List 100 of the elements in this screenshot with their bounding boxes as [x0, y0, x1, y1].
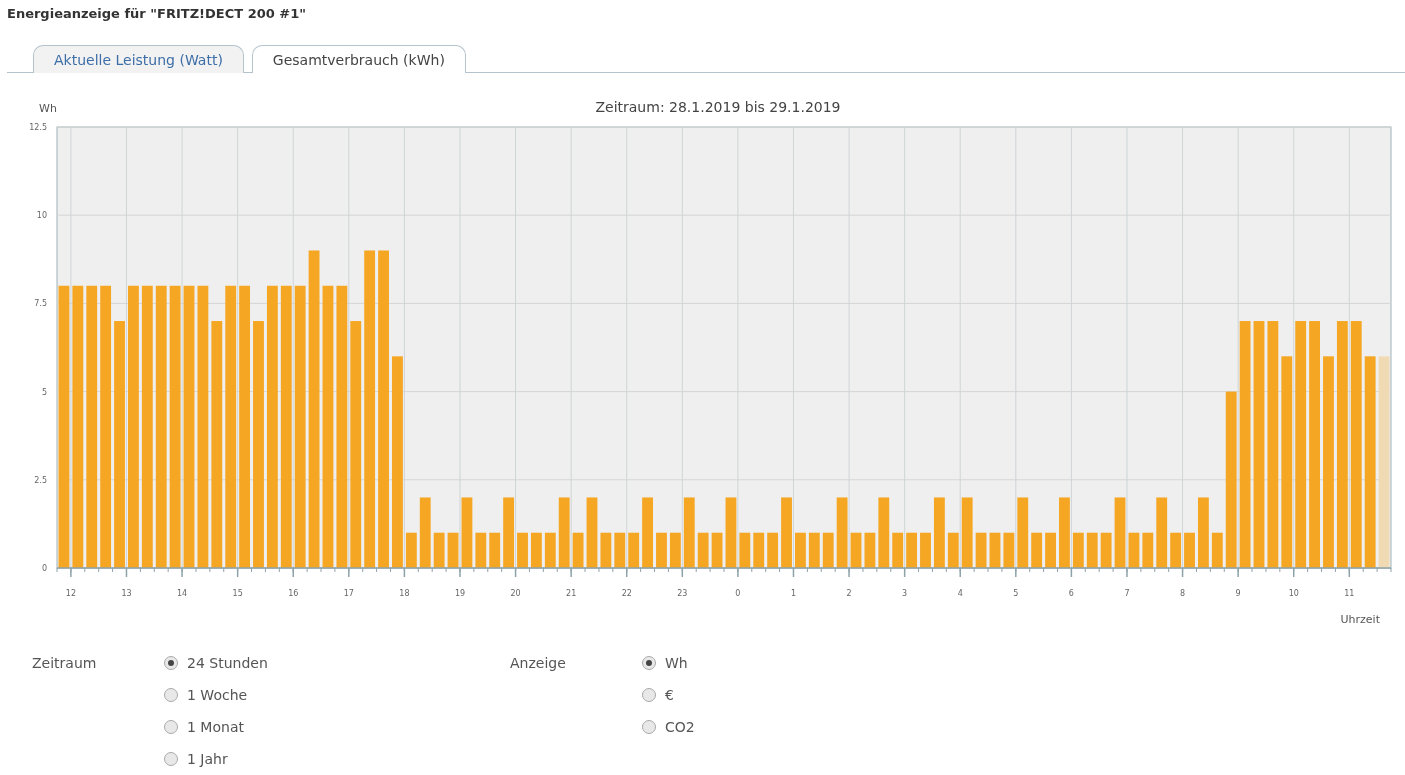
bar	[808, 532, 820, 568]
bar	[558, 497, 570, 568]
bar	[767, 532, 779, 568]
x-tick-label: 8	[1180, 589, 1186, 598]
y-tick-label: 7.5	[34, 299, 47, 309]
radio-icon[interactable]	[642, 719, 656, 734]
bar	[405, 532, 417, 568]
bar	[1100, 532, 1112, 568]
bar	[739, 532, 751, 568]
tab[interactable]: Aktuelle Leistung (Watt)	[33, 45, 244, 73]
radio-icon[interactable]	[164, 655, 178, 670]
bar	[544, 532, 556, 568]
bar	[725, 497, 737, 568]
bar	[433, 532, 445, 568]
bar	[669, 532, 681, 568]
bar	[961, 497, 973, 568]
bar	[1114, 497, 1126, 568]
bar	[1156, 497, 1168, 568]
chart-title: Zeitraum: 28.1.2019 bis 29.1.2019	[595, 99, 841, 115]
bar	[503, 497, 515, 568]
bar	[1184, 532, 1195, 568]
x-tick-label: 11	[1344, 589, 1355, 598]
bar	[1128, 532, 1140, 568]
x-tick-label: 1	[790, 589, 797, 598]
y-tick-label: 5	[41, 387, 47, 397]
x-tick-label: 5	[1013, 589, 1019, 598]
radio-option[interactable]: CO2	[642, 717, 942, 736]
bar	[1170, 532, 1182, 568]
bar	[1211, 532, 1223, 568]
bar	[989, 532, 1001, 568]
radio-option[interactable]: €	[642, 685, 942, 704]
radio-icon[interactable]	[642, 655, 656, 670]
bar	[586, 497, 598, 568]
group-label: Anzeige	[510, 654, 567, 673]
x-tick-label: 22	[621, 589, 632, 598]
x-tick-label: 7	[1124, 589, 1130, 598]
bar	[447, 532, 459, 568]
page-title: Energieanzeige für "FRITZ!DECT 200 #1"	[6, 5, 307, 23]
bar	[531, 532, 542, 568]
bar	[1059, 497, 1070, 568]
bar	[1031, 532, 1043, 568]
radio-icon[interactable]	[164, 719, 178, 734]
x-tick-label: 17	[343, 589, 354, 598]
x-tick-label: 23	[677, 589, 688, 598]
bar	[892, 532, 904, 568]
bar	[1003, 532, 1015, 568]
radio-icon[interactable]	[164, 751, 178, 766]
x-tick-label: 21	[566, 589, 577, 598]
bar	[822, 532, 834, 568]
x-tick-label: 19	[454, 589, 466, 598]
y-tick-label: 12.5	[29, 123, 47, 132]
x-axis-label: Uhrzeit	[1340, 613, 1380, 626]
bar	[628, 532, 640, 568]
bar	[711, 532, 723, 568]
bar	[906, 532, 917, 568]
bar	[753, 532, 765, 568]
x-tick-label: 20	[510, 589, 521, 598]
x-tick-label: 2	[846, 589, 852, 598]
x-tick-label: 13	[121, 589, 132, 598]
radio-option[interactable]: 1 Jahr	[164, 749, 510, 768]
bar	[1072, 532, 1084, 568]
bar	[1198, 497, 1209, 568]
radio-option[interactable]: 24 Stunden	[164, 653, 510, 672]
tab[interactable]: Gesamtverbrauch (kWh)	[251, 45, 466, 73]
x-tick-label: 12	[65, 589, 76, 598]
x-tick-label: 4	[957, 589, 963, 598]
bar	[461, 497, 473, 568]
x-tick-label: 9	[1235, 589, 1241, 598]
bar	[795, 532, 806, 568]
bar	[1142, 532, 1154, 568]
bar	[850, 532, 862, 568]
bar	[419, 497, 431, 568]
radio-option[interactable]: 1 Woche	[164, 685, 510, 704]
bar	[836, 497, 848, 568]
y-axis-label: Wh	[39, 102, 57, 115]
bar	[656, 532, 667, 568]
bar	[947, 532, 959, 568]
y-tick-label: 2.5	[34, 475, 47, 485]
x-tick-label: 3	[902, 589, 908, 598]
radio-icon[interactable]	[642, 687, 656, 702]
bar	[1086, 532, 1098, 568]
x-tick-label: 6	[1068, 589, 1074, 598]
bar	[614, 532, 626, 568]
bar	[975, 532, 987, 568]
radio-option[interactable]: Wh	[642, 653, 942, 672]
y-tick-label: 0	[41, 564, 47, 573]
y-tick-label: 10	[36, 211, 47, 221]
x-tick-label: 15	[232, 589, 243, 598]
bar	[1045, 532, 1056, 568]
bar	[572, 532, 584, 568]
x-tick-label: 0	[735, 589, 741, 598]
bar	[933, 497, 945, 568]
x-tick-label: 14	[176, 589, 188, 598]
bar	[517, 532, 528, 568]
bar	[864, 532, 876, 568]
radio-icon[interactable]	[164, 687, 178, 702]
group-label: Zeitraum	[32, 654, 98, 673]
x-tick-label: 16	[288, 589, 299, 598]
bar	[642, 497, 653, 568]
radio-option[interactable]: 1 Monat	[164, 717, 510, 736]
